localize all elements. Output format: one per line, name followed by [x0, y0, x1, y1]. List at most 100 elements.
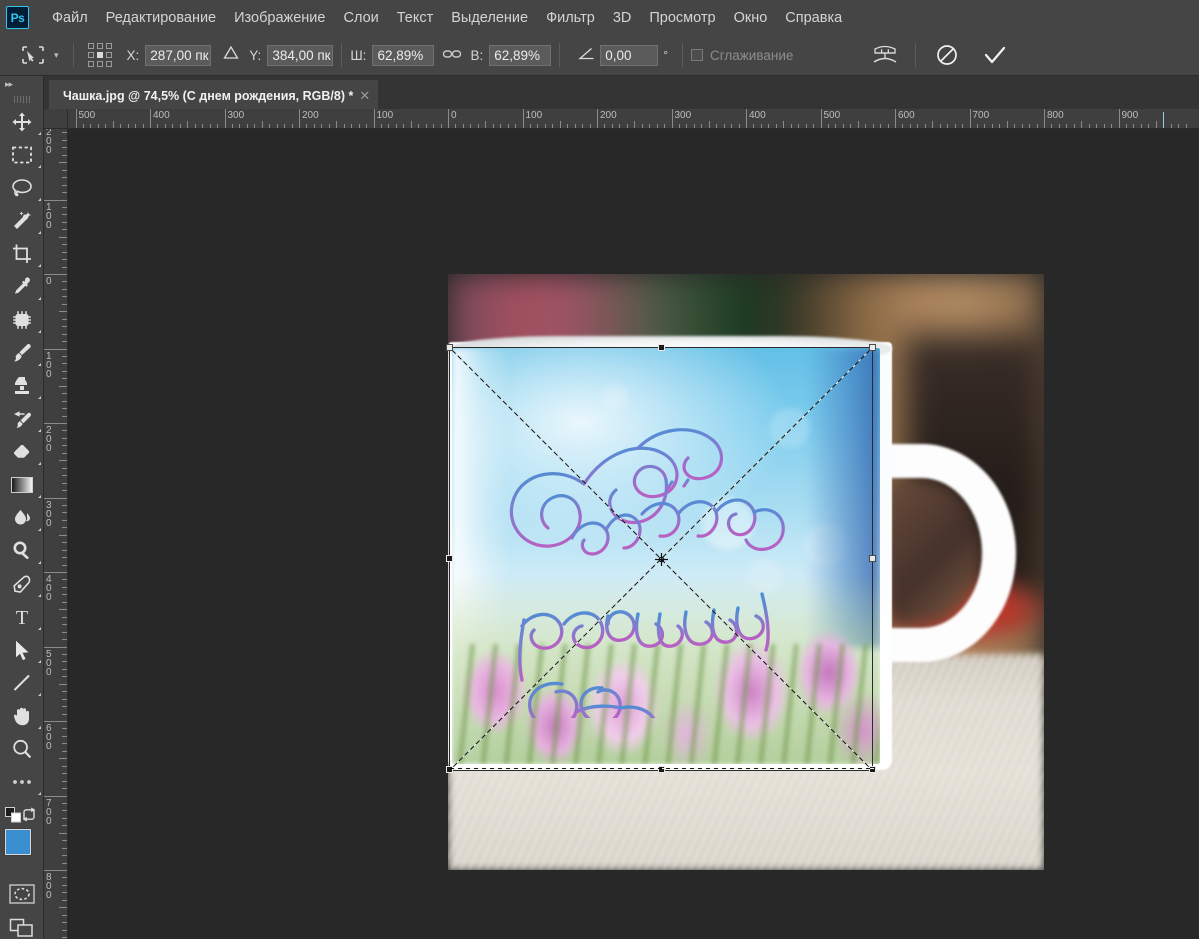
photoshop-logo: Ps [6, 6, 29, 29]
svg-text:T: T [16, 607, 28, 627]
ruler-label-h: 500 [78, 110, 96, 121]
warp-mode-icon[interactable] [865, 40, 905, 70]
history-brush-tool[interactable] [0, 402, 44, 435]
vertical-ruler[interactable]: 200 100 0 100 200 300 400 500 600 700 800 [44, 129, 68, 939]
zoom-tool[interactable] [0, 732, 44, 765]
close-icon[interactable]: ✕ [359, 88, 370, 104]
refpoint-cell-7[interactable] [96, 60, 103, 67]
dodge-tool[interactable] [0, 534, 44, 567]
options-separator-2 [341, 43, 343, 67]
menu-view[interactable]: Просмотр [640, 6, 724, 30]
color-swatches [0, 827, 44, 877]
refpoint-cell-0[interactable] [87, 42, 94, 49]
screen-mode-toggle[interactable] [0, 911, 44, 939]
chain-link-icon[interactable] [442, 47, 462, 63]
selection-marching-ants [450, 768, 874, 769]
options-separator-3 [559, 43, 561, 67]
quick-mask-toggle[interactable] [0, 877, 44, 911]
commit-transform-icon[interactable] [980, 40, 1010, 70]
blur-tool[interactable] [0, 501, 44, 534]
x-input[interactable]: 287,00 пк [145, 44, 212, 66]
x-label: X: [126, 47, 140, 63]
document-tab-title: Чашка.jpg @ 74,5% (С днем рождения, RGB/… [63, 88, 354, 103]
ruler-label-h: 800 [1047, 110, 1064, 121]
menu-3d[interactable]: 3D [604, 6, 641, 30]
ruler-origin-corner[interactable] [44, 109, 68, 129]
color-utility-row [0, 805, 43, 825]
menu-filter[interactable]: Фильтр [537, 6, 604, 30]
refpoint-cell-8[interactable] [105, 60, 112, 67]
options-bar: ▾ X: 287,00 пк Y: 384,00 пк Ш: 62,89% В:… [0, 35, 1199, 76]
document-tab[interactable]: Чашка.jpg @ 74,5% (С днем рождения, RGB/… [49, 80, 379, 109]
transform-handle-top-right[interactable] [869, 344, 876, 351]
clone-stamp-tool[interactable] [0, 369, 44, 402]
move-tool[interactable] [0, 105, 44, 138]
horizontal-ruler[interactable]: 500 400 300 200 100 0 100 200 300 400 500 600 700 800… [68, 109, 1199, 129]
eraser-tool[interactable] [0, 435, 44, 468]
refpoint-cell-2[interactable] [105, 42, 112, 49]
angle-input[interactable]: 0,00 [600, 44, 659, 66]
double-chevron-right-icon[interactable]: ▸▸ [0, 76, 43, 93]
menu-file[interactable]: Файл [43, 6, 97, 30]
canvas-area[interactable] [68, 129, 1199, 939]
eyedropper-tool[interactable] [0, 270, 44, 303]
cancel-transform-icon[interactable] [932, 40, 962, 70]
menu-window[interactable]: Окно [725, 6, 777, 30]
crop-tool[interactable] [0, 237, 44, 270]
refpoint-cell-6[interactable] [87, 60, 94, 67]
swap-colors-icon[interactable] [21, 807, 37, 827]
refpoint-cell-4[interactable] [96, 51, 103, 58]
transform-handle-middle-right[interactable] [869, 555, 876, 562]
ruler-label-v: 100 [46, 201, 52, 231]
quick-selection-tool[interactable] [0, 204, 44, 237]
y-input[interactable]: 384,00 пк [267, 44, 334, 66]
tool-preset-chevron-icon[interactable]: ▾ [54, 50, 59, 61]
photoshop-logo-text: Ps [10, 10, 25, 25]
menu-layers[interactable]: Слои [334, 6, 387, 30]
transform-bounding-box[interactable] [446, 344, 876, 773]
refpoint-cell-3[interactable] [87, 51, 94, 58]
ruler-label-v: 200 [46, 129, 52, 156]
edit-toolbar[interactable] [0, 765, 44, 798]
transform-handle-middle-left[interactable] [446, 555, 453, 562]
brush-tool[interactable] [0, 336, 44, 369]
spot-healing-tool[interactable] [0, 303, 44, 336]
ruler-label-v: 800 [46, 872, 52, 901]
free-transform-icon[interactable] [16, 40, 50, 70]
ruler-label-h: 400 [749, 110, 766, 121]
toolbar-grip [0, 93, 43, 105]
options-separator-5 [915, 43, 917, 67]
refpoint-cell-1[interactable] [96, 42, 103, 49]
refpoint-cell-5[interactable] [105, 51, 112, 58]
foreground-color-swatch[interactable] [4, 828, 32, 856]
line-shape-tool[interactable] [0, 666, 44, 699]
options-separator-4 [682, 43, 684, 67]
ruler-label-v: 300 [46, 499, 52, 529]
path-selection-tool[interactable] [0, 633, 44, 666]
angle-unit-label: ° [663, 48, 669, 62]
gradient-tool[interactable] [0, 468, 44, 501]
width-input[interactable]: 62,89% [372, 44, 435, 66]
height-input[interactable]: 62,89% [489, 44, 552, 66]
ruler-label-h: 300 [674, 110, 692, 121]
rectangular-marquee-tool[interactable] [0, 138, 44, 171]
menu-select[interactable]: Выделение [442, 6, 537, 30]
angle-icon[interactable] [578, 45, 596, 66]
antialias-checkbox[interactable] [691, 49, 704, 61]
ruler-label-h: 300 [227, 110, 245, 121]
menu-help[interactable]: Справка [776, 6, 851, 30]
ruler-label-h: 700 [972, 110, 990, 121]
menu-image[interactable]: Изображение [225, 6, 334, 30]
delta-relative-icon[interactable] [223, 45, 239, 65]
menu-type[interactable]: Текст [388, 6, 443, 30]
pen-tool[interactable] [0, 567, 44, 600]
ruler-label-h: 400 [153, 110, 170, 121]
transform-handle-top-left[interactable] [446, 344, 453, 351]
transform-reference-point[interactable] [87, 42, 113, 68]
type-tool[interactable]: T [0, 600, 44, 633]
transform-center-icon[interactable] [654, 552, 668, 566]
transform-handle-top-center[interactable] [658, 344, 665, 351]
lasso-tool[interactable] [0, 171, 44, 204]
hand-tool[interactable] [0, 699, 44, 732]
menu-edit[interactable]: Редактирование [97, 6, 225, 30]
